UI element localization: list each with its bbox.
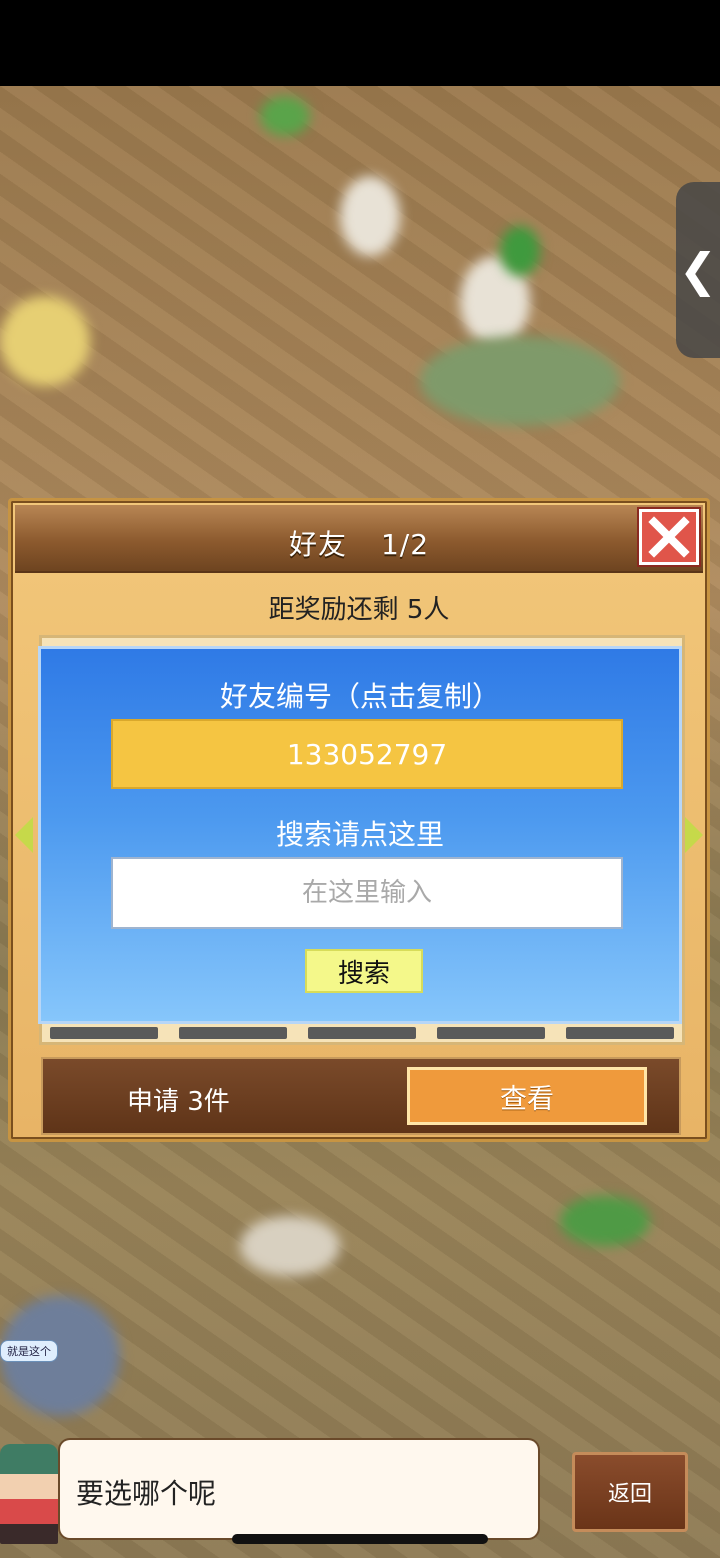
- map-building: [240, 1216, 340, 1276]
- close-icon: [648, 516, 690, 558]
- prev-page-arrow-icon[interactable]: [15, 817, 33, 853]
- map-field: [0, 296, 90, 386]
- reward-progress-text: 距奖励还剩 5人: [268, 595, 450, 625]
- status-bar: [0, 0, 720, 86]
- map-label-tag: 就是这个: [0, 1340, 58, 1362]
- view-requests-button[interactable]: 查看: [407, 1067, 647, 1125]
- list-slot[interactable]: [566, 1027, 675, 1039]
- request-count-text: 申请 3件: [127, 1087, 230, 1117]
- map-bush: [560, 1196, 650, 1246]
- search-button[interactable]: 搜索: [305, 949, 423, 993]
- search-label: 搜索请点这里: [275, 818, 444, 851]
- dialog-title: 好友 1/2: [15, 523, 703, 563]
- list-slot[interactable]: [437, 1027, 546, 1039]
- search-input[interactable]: [111, 857, 623, 929]
- close-button[interactable]: [639, 509, 699, 565]
- friend-request-bar: 申请 3件 查看: [41, 1057, 681, 1135]
- list-slot[interactable]: [49, 1027, 158, 1039]
- home-indicator[interactable]: [232, 1534, 488, 1544]
- friend-id-copy-box[interactable]: 133052797: [111, 719, 623, 789]
- friend-id-label: 好友编号（点击复制）: [219, 680, 500, 713]
- back-button[interactable]: 返回: [572, 1452, 688, 1532]
- chevron-left-icon: ❮: [678, 243, 718, 297]
- friend-search-panel: 好友编号（点击复制） 133052797 搜索请点这里 搜索: [38, 646, 682, 1024]
- character-avatar: [0, 1444, 58, 1544]
- dialog-title-text: 好友: [288, 528, 347, 561]
- side-collapse-tab[interactable]: ❮: [676, 182, 720, 358]
- speech-text: 要选哪个呢: [76, 1477, 217, 1510]
- speech-bubble: 要选哪个呢: [60, 1440, 538, 1538]
- map-tree: [500, 226, 540, 276]
- map-rock: [340, 176, 400, 256]
- map-bush: [260, 96, 310, 136]
- map-grass: [420, 336, 620, 426]
- page-indicator: 1/2: [380, 528, 430, 561]
- dialog-header: 好友 1/2: [15, 505, 703, 573]
- friend-list-slots: [39, 1025, 685, 1041]
- list-slot[interactable]: [307, 1027, 416, 1039]
- next-page-arrow-icon[interactable]: [685, 817, 703, 853]
- list-slot[interactable]: [178, 1027, 287, 1039]
